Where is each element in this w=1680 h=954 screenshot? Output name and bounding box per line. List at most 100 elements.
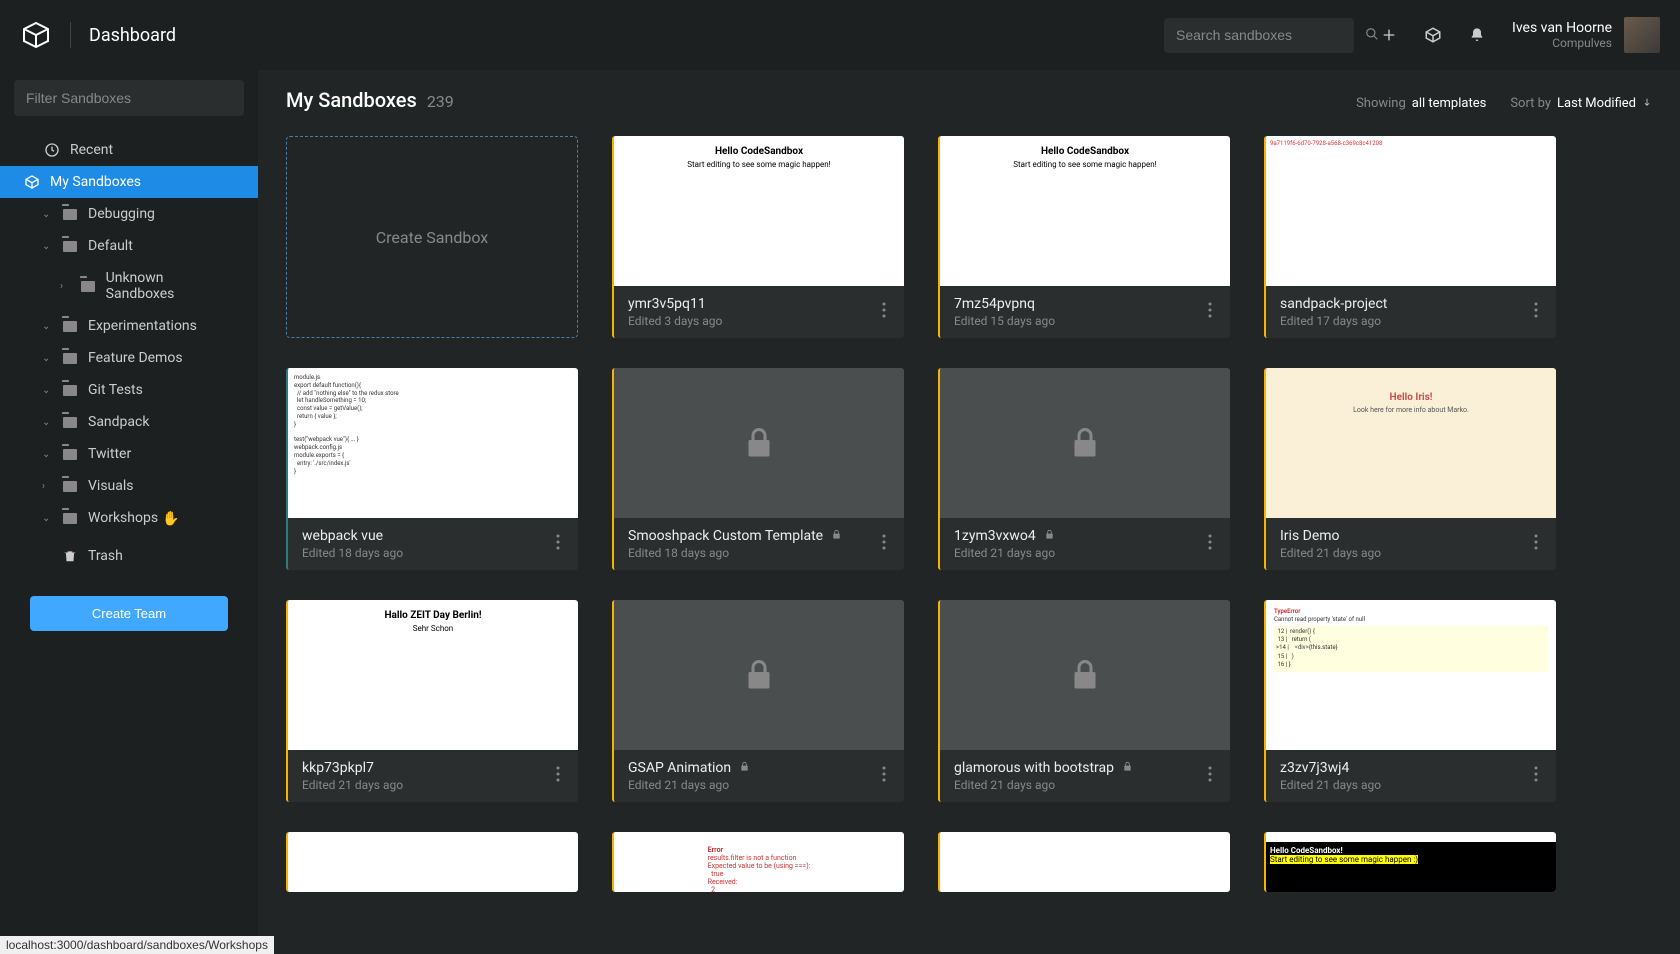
- card-menu-button[interactable]: [878, 298, 890, 326]
- card-subtitle: Edited 21 days ago: [954, 778, 1204, 792]
- sandbox-card[interactable]: TypeErrorCannot read property 'state' of…: [1264, 600, 1556, 802]
- card-thumbnail: TypeErrorCannot read property 'state' of…: [1266, 600, 1556, 750]
- chevron-icon: ⌄: [42, 321, 52, 332]
- sandbox-card[interactable]: [938, 832, 1230, 892]
- folder-icon: [62, 382, 78, 398]
- chevron-icon: ⌄: [42, 513, 52, 524]
- avatar[interactable]: [1624, 17, 1660, 53]
- card-thumbnail: [940, 600, 1230, 750]
- card-menu-button[interactable]: [552, 530, 564, 558]
- sort-arrow-icon: [1642, 96, 1652, 111]
- card-title: ymr3v5pq11: [628, 296, 878, 312]
- global-search[interactable]: [1164, 18, 1354, 53]
- folder-icon: [62, 478, 78, 494]
- card-menu-button[interactable]: [552, 762, 564, 790]
- sandbox-card[interactable]: glamorous with bootstrap Edited 21 days …: [938, 600, 1230, 802]
- lock-icon: [739, 760, 750, 776]
- chevron-icon: ⌄: [42, 241, 52, 252]
- card-menu-button[interactable]: [1530, 530, 1542, 558]
- card-subtitle: Edited 21 days ago: [954, 546, 1204, 560]
- sandbox-card[interactable]: Hello CodeSandboxStart editing to see so…: [612, 136, 904, 338]
- card-thumbnail: Hello CodeSandboxStart editing to see so…: [614, 136, 904, 286]
- sandbox-card[interactable]: Hello CodeSandboxStart editing to see so…: [938, 136, 1230, 338]
- app-logo[interactable]: [20, 19, 52, 51]
- card-thumbnail: module.jsexport default function(){ // a…: [288, 368, 578, 518]
- create-team-button[interactable]: Create Team: [30, 596, 228, 631]
- folder-icon: [62, 446, 78, 462]
- sandbox-card[interactable]: Hello CodeSandbox!Start editing to see s…: [1264, 832, 1556, 892]
- card-menu-button[interactable]: [878, 530, 890, 558]
- nav-recent[interactable]: Recent: [14, 134, 244, 166]
- nav-folder-visuals[interactable]: ›Visuals: [14, 470, 244, 502]
- search-input[interactable]: [1176, 27, 1357, 43]
- sort-control[interactable]: Sort by Last Modified: [1510, 96, 1652, 111]
- folder-icon: [62, 350, 78, 366]
- page-title: My Sandboxes: [286, 88, 417, 112]
- card-subtitle: Edited 15 days ago: [954, 314, 1204, 328]
- create-sandbox-card[interactable]: Create Sandbox: [286, 136, 578, 338]
- sandbox-card[interactable]: module.jsexport default function(){ // a…: [286, 368, 578, 570]
- card-thumbnail: [614, 600, 904, 750]
- trash-icon: [62, 548, 78, 564]
- card-title: kkp73pkpl7: [302, 760, 552, 776]
- card-menu-button[interactable]: [878, 762, 890, 790]
- nav-folder-experimentations[interactable]: ⌄Experimentations: [14, 310, 244, 342]
- card-title: z3zv7j3wj4: [1280, 760, 1530, 776]
- card-title: Iris Demo: [1280, 528, 1530, 544]
- sandbox-card[interactable]: GSAP Animation Edited 21 days ago: [612, 600, 904, 802]
- card-subtitle: Edited 18 days ago: [628, 546, 878, 560]
- user-org: Compulves: [1512, 36, 1612, 50]
- user-name: Ives van Hoorne: [1512, 20, 1612, 36]
- card-thumbnail: [940, 368, 1230, 518]
- app-title: Dashboard: [89, 25, 176, 46]
- cube-icon[interactable]: [1424, 26, 1442, 44]
- nav-trash[interactable]: Trash: [14, 540, 244, 572]
- template-filter[interactable]: Showing all templates: [1356, 96, 1486, 111]
- card-title: 7mz54pvpnq: [954, 296, 1204, 312]
- nav-folder-debugging[interactable]: ⌄Debugging: [14, 198, 244, 230]
- card-menu-button[interactable]: [1530, 298, 1542, 326]
- sandbox-card[interactable]: 1zym3vxwo4 Edited 21 days ago: [938, 368, 1230, 570]
- sandbox-card[interactable]: Errorresults.filter is not a functionExp…: [612, 832, 904, 892]
- card-menu-button[interactable]: [1204, 298, 1216, 326]
- nav-folder-sandpack[interactable]: ⌄Sandpack: [14, 406, 244, 438]
- nav-folder-default[interactable]: ⌄Default: [14, 230, 244, 262]
- card-subtitle: Edited 21 days ago: [302, 778, 552, 792]
- folder-icon: [62, 510, 78, 526]
- card-thumbnail: [614, 368, 904, 518]
- card-title: GSAP Animation: [628, 760, 878, 776]
- chevron-icon: ⌄: [42, 353, 52, 364]
- chevron-icon: ›: [60, 281, 70, 292]
- user-menu[interactable]: Ives van Hoorne Compulves: [1512, 17, 1660, 53]
- sandbox-card[interactable]: Hallo ZEIT Day Berlin!Sehr Schon kkp73pk…: [286, 600, 578, 802]
- sandbox-card[interactable]: 9a7119f6-6d70-7928-a568-c369c8c41208 san…: [1264, 136, 1556, 338]
- nav-folder-feature-demos[interactable]: ⌄Feature Demos: [14, 342, 244, 374]
- card-title: 1zym3vxwo4: [954, 528, 1204, 544]
- filter-input[interactable]: [14, 80, 244, 116]
- card-subtitle: Edited 21 days ago: [628, 778, 878, 792]
- nav-folder-twitter[interactable]: ⌄Twitter: [14, 438, 244, 470]
- card-subtitle: Edited 3 days ago: [628, 314, 878, 328]
- card-subtitle: Edited 18 days ago: [302, 546, 552, 560]
- card-title: glamorous with bootstrap: [954, 760, 1204, 776]
- card-menu-button[interactable]: [1530, 762, 1542, 790]
- nav-my-sandboxes[interactable]: My Sandboxes: [0, 166, 258, 198]
- lock-icon: [1122, 760, 1133, 776]
- card-thumbnail: Hello CodeSandbox!Start editing to see s…: [1266, 832, 1556, 892]
- folder-icon: [62, 206, 78, 222]
- add-icon[interactable]: [1380, 26, 1398, 44]
- clock-icon: [44, 142, 60, 158]
- cube-icon: [24, 174, 40, 190]
- sandbox-card[interactable]: [286, 832, 578, 892]
- nav-folder-unknown-sandboxes[interactable]: ›Unknown Sandboxes: [14, 262, 244, 310]
- sandbox-card[interactable]: Smooshpack Custom Template Edited 18 day…: [612, 368, 904, 570]
- card-menu-button[interactable]: [1204, 762, 1216, 790]
- nav-folder-workshops[interactable]: ⌄Workshops: [14, 502, 244, 534]
- card-title: sandpack-project: [1280, 296, 1530, 312]
- card-menu-button[interactable]: [1204, 530, 1216, 558]
- nav-folder-git-tests[interactable]: ⌄Git Tests: [14, 374, 244, 406]
- card-title: Smooshpack Custom Template: [628, 528, 878, 544]
- bell-icon[interactable]: [1468, 26, 1486, 44]
- card-subtitle: Edited 21 days ago: [1280, 546, 1530, 560]
- sandbox-card[interactable]: Hello Iris!Look here for more info about…: [1264, 368, 1556, 570]
